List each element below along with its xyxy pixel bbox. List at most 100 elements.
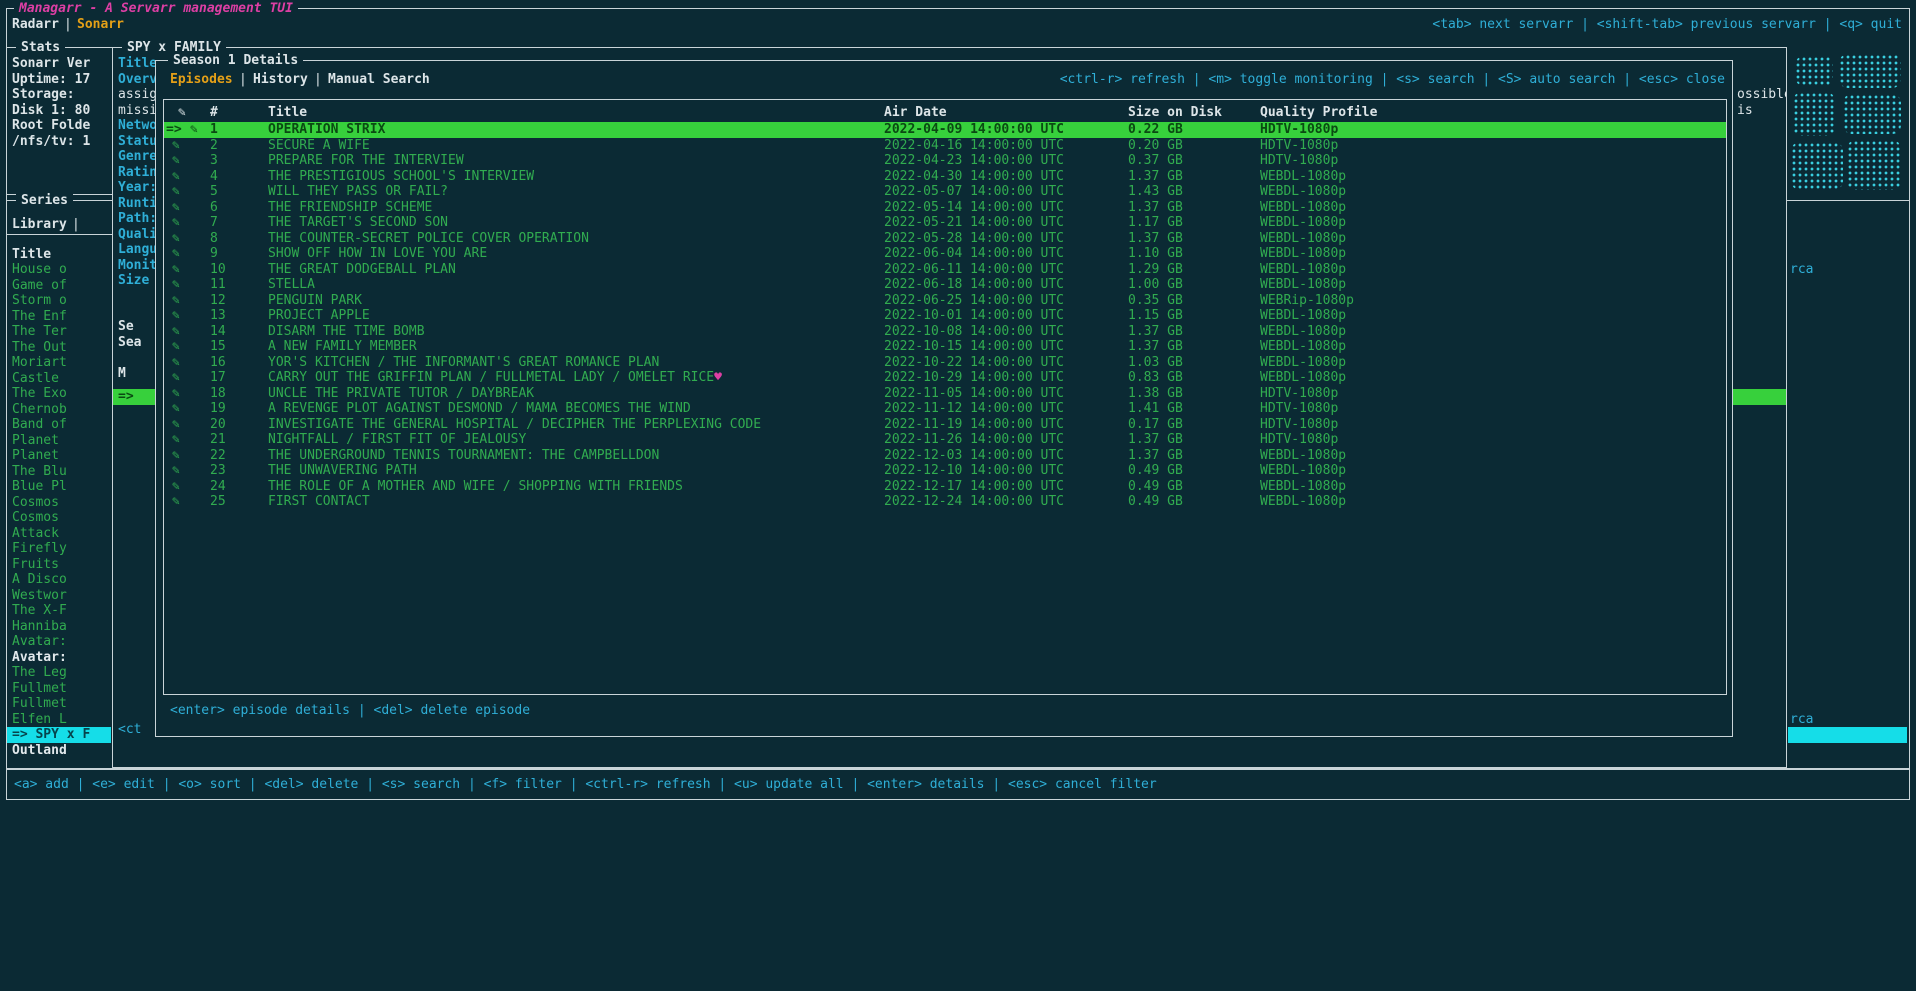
series-detail-line: Netwo — [118, 118, 157, 134]
episode-row[interactable]: ✎16YOR'S KITCHEN / THE INFORMANT'S GREAT… — [164, 355, 1726, 371]
series-list-item[interactable]: The Out — [7, 340, 111, 356]
episode-row[interactable]: ✎19A REVENGE PLOT AGAINST DESMOND / MAMA… — [164, 401, 1726, 417]
series-list-item[interactable]: House o — [7, 262, 111, 278]
series-list-item[interactable]: Fullmet — [7, 696, 111, 712]
episode-row[interactable]: ✎2SECURE A WIFE2022-04-16 14:00:00 UTC0.… — [164, 138, 1726, 154]
episode-size: 1.41 GB — [1128, 401, 1183, 417]
episode-title: THE COUNTER-SECRET POLICE COVER OPERATIO… — [268, 231, 589, 247]
series-list-item[interactable]: Attack — [7, 526, 111, 542]
episode-row[interactable]: ✎5WILL THEY PASS OR FAIL?2022-05-07 14:0… — [164, 184, 1726, 200]
series-detail-line: Genre — [118, 149, 157, 165]
series-list-item[interactable]: Outland — [7, 743, 111, 759]
series-detail-line: Monit — [118, 258, 157, 274]
series-detail-line: Langu — [118, 242, 157, 258]
series-list-item[interactable]: Elfen L — [7, 712, 111, 728]
episode-title: OPERATION STRIX — [268, 122, 385, 138]
episode-quality: WEBDL-1080p — [1260, 215, 1346, 231]
episode-row[interactable]: ✎18UNCLE THE PRIVATE TUTOR / DAYBREAK202… — [164, 386, 1726, 402]
episode-row[interactable]: ✎3PREPARE FOR THE INTERVIEW2022-04-23 14… — [164, 153, 1726, 169]
episode-row[interactable]: ✎10THE GREAT DODGEBALL PLAN2022-06-11 14… — [164, 262, 1726, 278]
pencil-icon: ✎ — [172, 401, 180, 417]
episode-row[interactable]: =>✎1OPERATION STRIX2022-04-09 14:00:00 U… — [164, 122, 1726, 138]
episode-quality: WEBDL-1080p — [1260, 262, 1346, 278]
series-list-item[interactable]: Firefly — [7, 541, 111, 557]
episode-air-date: 2022-12-10 14:00:00 UTC — [884, 463, 1064, 479]
episode-row[interactable]: ✎11STELLA2022-06-18 14:00:00 UTC1.00 GBW… — [164, 277, 1726, 293]
episode-size: 0.83 GB — [1128, 370, 1183, 386]
episode-size: 0.49 GB — [1128, 463, 1183, 479]
episode-row[interactable]: ✎25FIRST CONTACT2022-12-24 14:00:00 UTC0… — [164, 494, 1726, 510]
series-list-item[interactable]: Avatar: — [7, 634, 111, 650]
braille-art-blob — [1843, 94, 1901, 134]
episode-row[interactable]: ✎12PENGUIN PARK2022-06-25 14:00:00 UTC0.… — [164, 293, 1726, 309]
series-list-item[interactable]: The Blu — [7, 464, 111, 480]
episode-row[interactable]: ✎9SHOW OFF HOW IN LOVE YOU ARE2022-06-04… — [164, 246, 1726, 262]
series-list-item[interactable]: Moriart — [7, 355, 111, 371]
series-list-item[interactable]: Avatar: — [7, 650, 111, 666]
series-list-item[interactable]: The Leg — [7, 665, 111, 681]
braille-art-blob — [1791, 142, 1843, 190]
series-list-item[interactable]: A Disco — [7, 572, 111, 588]
episode-quality: WEBDL-1080p — [1260, 324, 1346, 340]
stat-line: Storage: — [12, 87, 75, 103]
episode-quality: WEBDL-1080p — [1260, 169, 1346, 185]
series-list-item[interactable]: Storm o — [7, 293, 111, 309]
episode-row[interactable]: ✎20INVESTIGATE THE GENERAL HOSPITAL / DE… — [164, 417, 1726, 433]
series-list-item[interactable]: The X-F — [7, 603, 111, 619]
episode-title: THE PRESTIGIOUS SCHOOL'S INTERVIEW — [268, 169, 534, 185]
episode-title: WILL THEY PASS OR FAIL? — [268, 184, 448, 200]
episode-row[interactable]: ✎21NIGHTFALL / FIRST FIT OF JEALOUSY2022… — [164, 432, 1726, 448]
series-list-item[interactable]: The Ter — [7, 324, 111, 340]
tab-library[interactable]: Library — [12, 217, 67, 233]
series-list-item[interactable]: Hanniba — [7, 619, 111, 635]
stat-line: Uptime: 17 — [12, 72, 90, 88]
episode-row[interactable]: ✎6THE FRIENDSHIP SCHEME2022-05-14 14:00:… — [164, 200, 1726, 216]
episode-number: 22 — [210, 448, 226, 464]
episode-row[interactable]: ✎13PROJECT APPLE2022-10-01 14:00:00 UTC1… — [164, 308, 1726, 324]
episode-air-date: 2022-04-09 14:00:00 UTC — [884, 122, 1064, 138]
series-list-item[interactable]: Game of — [7, 278, 111, 294]
tab-episodes[interactable]: Episodes — [170, 72, 233, 88]
series-list-item[interactable]: Fullmet — [7, 681, 111, 697]
series-list-item[interactable]: Castle — [7, 371, 111, 387]
series-list-item[interactable]: Planet — [7, 448, 111, 464]
episode-row[interactable]: ✎23THE UNWAVERING PATH2022-12-10 14:00:0… — [164, 463, 1726, 479]
episode-size: 0.35 GB — [1128, 293, 1183, 309]
episode-title: DISARM THE TIME BOMB — [268, 324, 425, 340]
episode-title: THE TARGET'S SECOND SON — [268, 215, 448, 231]
episode-row[interactable]: ✎4THE PRESTIGIOUS SCHOOL'S INTERVIEW2022… — [164, 169, 1726, 185]
series-list-item[interactable]: Chernob — [7, 402, 111, 418]
series-list-item[interactable]: Westwor — [7, 588, 111, 604]
season-column-fragment: Sea — [118, 335, 141, 351]
tab-radarr[interactable]: Radarr — [12, 17, 59, 33]
episode-size: 1.43 GB — [1128, 184, 1183, 200]
series-list-item[interactable]: Cosmos — [7, 510, 111, 526]
episode-row[interactable]: ✎24THE ROLE OF A MOTHER AND WIFE / SHOPP… — [164, 479, 1726, 495]
episode-title: A REVENGE PLOT AGAINST DESMOND / MAMA BE… — [268, 401, 691, 417]
tab-manual-search[interactable]: Manual Search — [328, 72, 430, 88]
episode-number: 15 — [210, 339, 226, 355]
tab-sonarr[interactable]: Sonarr — [77, 17, 124, 33]
series-detail-line: assig — [118, 87, 157, 103]
episode-air-date: 2022-11-26 14:00:00 UTC — [884, 432, 1064, 448]
tab-history[interactable]: History — [253, 72, 308, 88]
stat-line: /nfs/tv: 1 — [12, 134, 90, 150]
series-list-item[interactable]: Planet — [7, 433, 111, 449]
episode-size: 0.17 GB — [1128, 417, 1183, 433]
series-list-item[interactable]: The Enf — [7, 309, 111, 325]
pencil-icon: ✎ — [172, 494, 180, 510]
episode-row[interactable]: ✎7THE TARGET'S SECOND SON2022-05-21 14:0… — [164, 215, 1726, 231]
episode-row[interactable]: ✎17CARRY OUT THE GRIFFIN PLAN / FULLMETA… — [164, 370, 1726, 386]
episode-row[interactable]: ✎8THE COUNTER-SECRET POLICE COVER OPERAT… — [164, 231, 1726, 247]
episode-number: 21 — [210, 432, 226, 448]
episode-row[interactable]: ✎14DISARM THE TIME BOMB2022-10-08 14:00:… — [164, 324, 1726, 340]
series-list-item[interactable]: Cosmos — [7, 495, 111, 511]
episode-row[interactable]: ✎22THE UNDERGROUND TENNIS TOURNAMENT: TH… — [164, 448, 1726, 464]
heart-icon: ♥ — [714, 370, 722, 385]
series-list-item[interactable]: Blue Pl — [7, 479, 111, 495]
series-list-item[interactable]: => SPY x F — [7, 727, 111, 743]
series-list-item[interactable]: Band of — [7, 417, 111, 433]
series-list-item[interactable]: Fruits — [7, 557, 111, 573]
episode-row[interactable]: ✎15A NEW FAMILY MEMBER2022-10-15 14:00:0… — [164, 339, 1726, 355]
series-list-item[interactable]: The Exo — [7, 386, 111, 402]
